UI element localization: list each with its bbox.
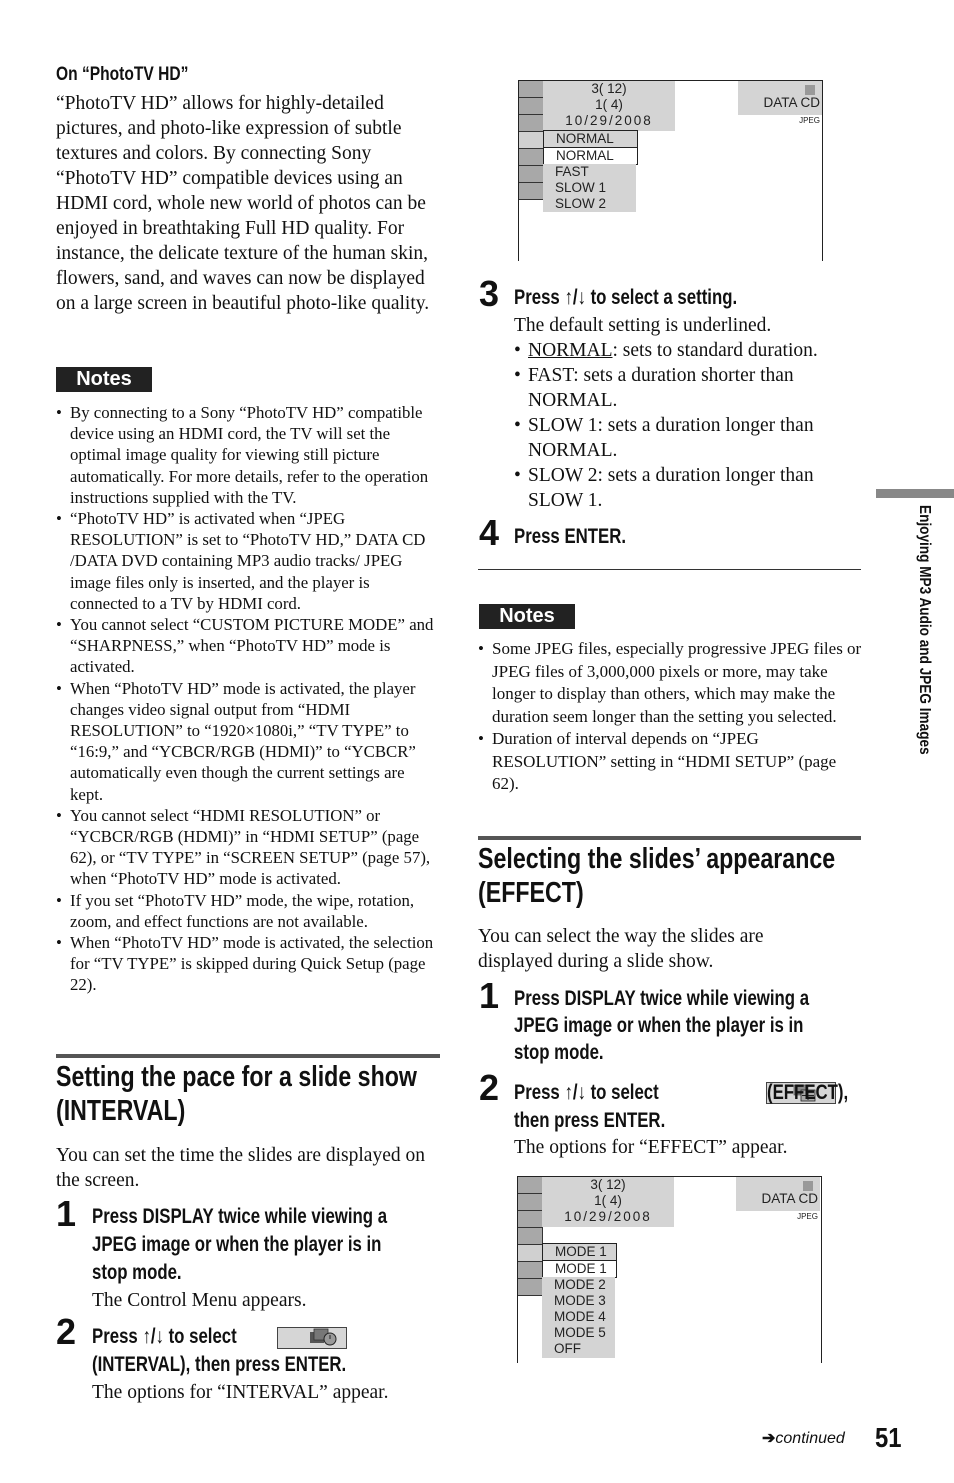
option-fast[interactable]: FAST bbox=[543, 164, 636, 180]
option-desc: FAST: sets a duration shorter than NORMA… bbox=[514, 363, 854, 413]
note-item: By connecting to a Sony “PhotoTV HD” com… bbox=[56, 402, 438, 508]
interval-title: Setting the pace for a slide show bbox=[56, 1061, 417, 1093]
notes-list: By connecting to a Sony “PhotoTV HD” com… bbox=[56, 402, 438, 996]
notes-badge: Notes bbox=[479, 604, 575, 629]
option-mode2[interactable]: MODE 2 bbox=[542, 1277, 615, 1293]
option-mode5[interactable]: MODE 5 bbox=[542, 1325, 615, 1341]
effect-osd-screen: 3( 12) 1( 4) 10/29/2008 DATA CD JPEG MOD… bbox=[517, 1176, 822, 1363]
current-setting: NORMAL bbox=[543, 130, 638, 148]
page-number: 51 bbox=[875, 1422, 902, 1453]
disc-status-icon bbox=[805, 85, 815, 95]
interval-icon bbox=[277, 1327, 347, 1349]
note-item: When “PhotoTV HD” mode is activated, the… bbox=[56, 932, 438, 996]
step-instruction: Press ↑/↓ to select bbox=[514, 1081, 659, 1104]
note-item: “PhotoTV HD” is activated when “JPEG RES… bbox=[56, 508, 438, 614]
step-instruction: then press ENTER. bbox=[514, 1109, 666, 1132]
interval-title-sub: (INTERVAL) bbox=[56, 1095, 186, 1127]
note-item: If you set “PhotoTV HD” mode, the wipe, … bbox=[56, 890, 438, 932]
step-instruction: (EFFECT), bbox=[767, 1081, 849, 1104]
interval-intro: You can set the time the slides are disp… bbox=[56, 1145, 425, 1191]
option-mode3[interactable]: MODE 3 bbox=[542, 1293, 615, 1309]
step-note: The default setting is underlined. bbox=[514, 315, 772, 336]
phototv-paragraph: “PhotoTV HD” allows for highly-detailed … bbox=[56, 93, 430, 314]
step-instruction: JPEG image or when the player is in bbox=[92, 1233, 382, 1256]
setting-options-list: NORMAL: sets to standard duration. FAST:… bbox=[514, 338, 854, 513]
step-number: 1 bbox=[479, 975, 500, 1016]
option-desc: NORMAL: sets to standard duration. bbox=[514, 338, 854, 363]
continued-indicator: ➔continued bbox=[762, 1430, 845, 1447]
option-desc: SLOW 2: sets a duration longer than SLOW… bbox=[514, 463, 854, 513]
option-slow2[interactable]: SLOW 2 bbox=[543, 196, 636, 212]
disc-type-label: DATA CD JPEG bbox=[736, 1177, 820, 1221]
note-item: Some JPEG files, especially progressive … bbox=[478, 638, 862, 728]
notes-list: Some JPEG files, especially progressive … bbox=[478, 638, 862, 796]
arrow-right-icon: ➔ bbox=[762, 1430, 776, 1447]
option-off[interactable]: OFF bbox=[542, 1341, 615, 1358]
step-instruction: Press ↑/↓ to select bbox=[92, 1325, 237, 1348]
effect-title: Selecting the slides’ appearance bbox=[478, 843, 836, 875]
step-number: 3 bbox=[479, 273, 500, 314]
step-result: The options for “EFFECT” appear. bbox=[514, 1137, 788, 1158]
step-result: The options for “INTERVAL” appear. bbox=[92, 1382, 389, 1403]
step-number: 4 bbox=[479, 512, 500, 553]
section-divider bbox=[56, 1054, 440, 1058]
chapter-tab-marker bbox=[876, 489, 954, 498]
step-number: 1 bbox=[56, 1193, 77, 1234]
effect-title-sub: (EFFECT) bbox=[478, 877, 584, 909]
step-number: 2 bbox=[56, 1311, 77, 1352]
effect-intro: You can select the way the slides are di… bbox=[478, 926, 764, 972]
step-instruction: JPEG image or when the player is in bbox=[514, 1014, 804, 1037]
step-instruction: Press DISPLAY twice while viewing a bbox=[92, 1205, 388, 1228]
step-instruction: Press DISPLAY twice while viewing a bbox=[514, 987, 810, 1010]
note-item: You cannot select “CUSTOM PICTURE MODE” … bbox=[56, 614, 438, 678]
section-divider bbox=[478, 836, 861, 840]
option-selected[interactable]: NORMAL bbox=[543, 147, 638, 165]
note-item: You cannot select “HDMI RESOLUTION” or “… bbox=[56, 805, 438, 890]
option-desc: SLOW 1: sets a duration longer than NORM… bbox=[514, 413, 854, 463]
step-instruction: (INTERVAL), then press ENTER. bbox=[92, 1353, 347, 1376]
interval-osd-screen: 3( 12) 1( 4) 10/29/2008 DATA CD JPEG NOR… bbox=[518, 80, 823, 261]
note-item: When “PhotoTV HD” mode is activated, the… bbox=[56, 678, 438, 805]
step-instruction: Press ↑/↓ to select a setting. bbox=[514, 286, 738, 309]
step-instruction: Press ENTER. bbox=[514, 525, 627, 548]
option-slow1[interactable]: SLOW 1 bbox=[543, 180, 636, 196]
current-setting: MODE 1 bbox=[542, 1243, 617, 1261]
chapter-tab-label: Enjoying MP3 Audio and JPEG Images bbox=[916, 505, 933, 755]
disc-type-label: DATA CD JPEG bbox=[738, 81, 822, 125]
note-item: Duration of interval depends on “JPEG RE… bbox=[478, 728, 862, 796]
step-instruction: stop mode. bbox=[92, 1261, 182, 1284]
disc-status-icon bbox=[803, 1181, 813, 1191]
track-info: 3( 12) 1( 4) 10/29/2008 bbox=[542, 1177, 674, 1227]
step-number: 2 bbox=[479, 1067, 500, 1108]
notes-badge: Notes bbox=[56, 367, 152, 392]
phototv-heading: On “PhotoTV HD” bbox=[56, 64, 189, 85]
divider bbox=[478, 569, 861, 570]
step-result: The Control Menu appears. bbox=[92, 1290, 307, 1311]
step-instruction: stop mode. bbox=[514, 1041, 604, 1064]
track-info: 3( 12) 1( 4) 10/29/2008 bbox=[543, 81, 675, 131]
option-selected[interactable]: MODE 1 bbox=[542, 1260, 617, 1278]
option-mode4[interactable]: MODE 4 bbox=[542, 1309, 615, 1325]
